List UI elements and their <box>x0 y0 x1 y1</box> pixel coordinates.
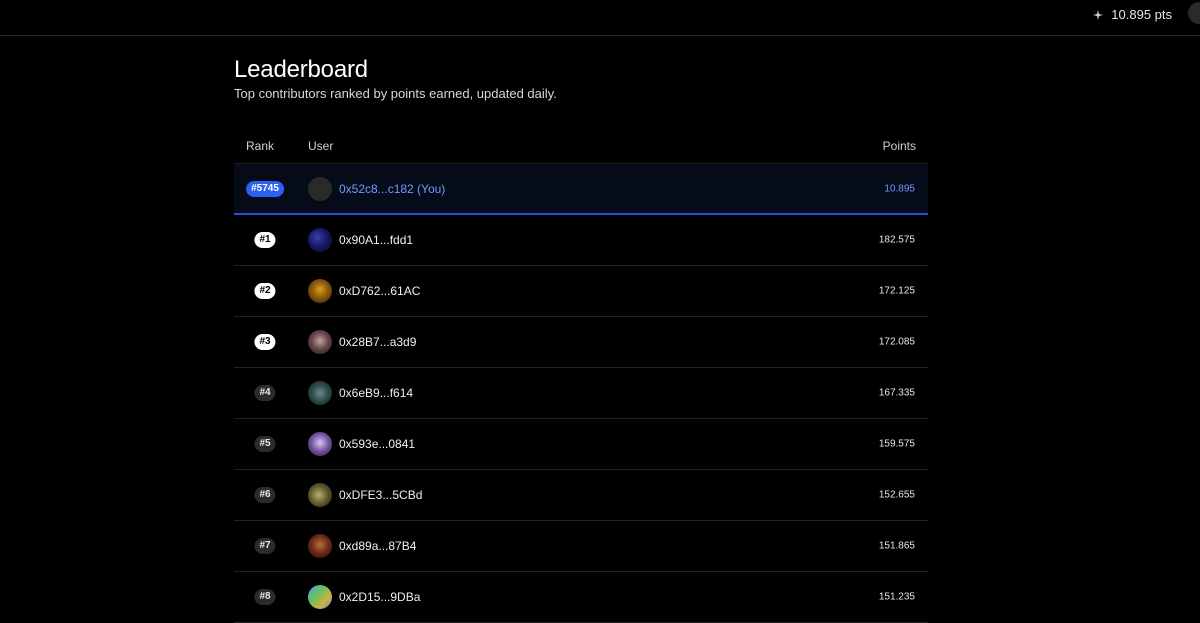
page-title: Leaderboard <box>234 56 368 83</box>
table-row[interactable]: #4 0x6eB9...f614 167.335 <box>234 368 928 419</box>
rank-badge: #5745 <box>246 180 284 197</box>
points-value: 151.865 <box>878 540 915 552</box>
user-address[interactable]: 0x28B7...a3d9 <box>339 335 416 349</box>
page-subtitle: Top contributors ranked by points earned… <box>234 86 557 101</box>
leaderboard-table: Rank User Points #5745 0x52c8...c182 (Yo… <box>234 128 928 623</box>
rank-badge: #1 <box>254 232 276 248</box>
table-row[interactable]: #7 0xd89a...87B4 151.865 <box>234 521 928 572</box>
user-address[interactable]: 0x52c8...c182 (You) <box>339 182 445 196</box>
user-address[interactable]: 0x6eB9...f614 <box>339 386 413 400</box>
rank-badge: #5 <box>254 436 276 452</box>
rank-badge: #7 <box>254 538 276 554</box>
avatar <box>308 330 332 354</box>
points-value: 152.655 <box>878 489 915 501</box>
table-row-current-user[interactable]: #5745 0x52c8...c182 (You) 10.895 <box>234 164 928 215</box>
avatar <box>308 176 332 201</box>
table-row[interactable]: #8 0x2D15...9DBa 151.235 <box>234 572 928 623</box>
top-bar: 10.895 pts <box>0 0 1200 36</box>
avatar <box>308 381 332 405</box>
table-header: Rank User Points <box>234 128 928 164</box>
avatar <box>308 228 332 252</box>
rank-badge: #8 <box>254 589 276 605</box>
user-address[interactable]: 0x90A1...fdd1 <box>339 233 413 247</box>
avatar <box>308 585 332 609</box>
table-row[interactable]: #3 0x28B7...a3d9 172.085 <box>234 317 928 368</box>
column-header-user: User <box>308 138 334 153</box>
column-header-rank: Rank <box>246 138 275 153</box>
points-balance-text: 10.895 pts <box>1111 7 1172 22</box>
points-value: 182.575 <box>878 234 915 246</box>
avatar <box>308 432 332 456</box>
sparkle-icon <box>1093 9 1104 20</box>
rank-badge: #3 <box>254 334 276 350</box>
account-avatar[interactable] <box>1188 2 1200 24</box>
avatar <box>308 534 332 558</box>
points-value: 159.575 <box>878 438 915 450</box>
avatar <box>308 279 332 303</box>
points-value: 167.335 <box>878 387 915 399</box>
user-address[interactable]: 0xd89a...87B4 <box>339 539 416 553</box>
leaderboard-section: Leaderboard Top contributors ranked by p… <box>234 56 928 623</box>
user-address[interactable]: 0xD762...61AC <box>339 284 420 298</box>
points-value: 10.895 <box>884 183 915 194</box>
table-row[interactable]: #5 0x593e...0841 159.575 <box>234 419 928 470</box>
rank-badge: #2 <box>254 283 276 299</box>
table-row[interactable]: #2 0xD762...61AC 172.125 <box>234 266 928 317</box>
user-address[interactable]: 0xDFE3...5CBd <box>339 488 422 502</box>
rank-badge: #4 <box>254 385 276 401</box>
points-value: 151.235 <box>878 591 915 603</box>
points-value: 172.125 <box>878 285 915 297</box>
table-row[interactable]: #1 0x90A1...fdd1 182.575 <box>234 215 928 266</box>
user-address[interactable]: 0x593e...0841 <box>339 437 415 451</box>
rank-badge: #6 <box>254 487 276 503</box>
avatar <box>308 483 332 507</box>
table-row[interactable]: #6 0xDFE3...5CBd 152.655 <box>234 470 928 521</box>
points-value: 172.085 <box>878 336 915 348</box>
user-address[interactable]: 0x2D15...9DBa <box>339 590 420 604</box>
column-header-points: Points <box>882 138 916 153</box>
points-balance[interactable]: 10.895 pts <box>1093 7 1172 22</box>
